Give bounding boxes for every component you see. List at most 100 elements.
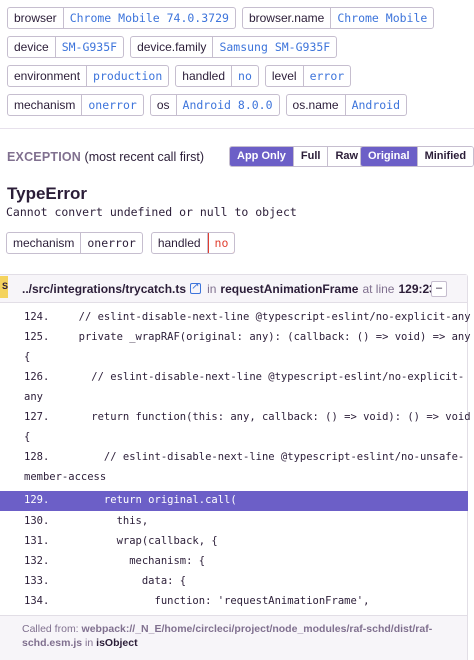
line-code: wrap(callback, { (66, 535, 218, 547)
exception-sublabel: (most recent call first) (84, 150, 204, 164)
line-number: 130. (24, 515, 50, 527)
frame-at-line-label: at line (362, 281, 395, 296)
tag-handled[interactable]: handled no (175, 65, 259, 87)
tag-browser[interactable]: browser Chrome Mobile 74.0.3729 (7, 7, 236, 29)
frame-badge: S (0, 276, 8, 298)
tag-value[interactable]: error (304, 66, 351, 86)
line-number: 132. (24, 555, 50, 567)
code-line: 124. // eslint-disable-next-line @typesc… (0, 311, 471, 331)
line-code: // eslint-disable-next-line @typescript-… (66, 311, 471, 323)
tag-value[interactable]: onerror (82, 95, 142, 115)
line-code-continued: { (24, 351, 31, 363)
tag-mechanism[interactable]: mechanism onerror (7, 94, 144, 116)
frame-header[interactable]: S ../src/integrations/trycatch.ts in req… (0, 275, 467, 303)
line-code: return function(this: any, callback: () … (66, 411, 471, 423)
tag-value[interactable]: no (232, 66, 258, 86)
line-number: 126. (24, 371, 50, 383)
tag-key: device (8, 37, 56, 57)
handled-value: no (207, 233, 235, 253)
line-code-continued: { (24, 431, 31, 443)
called-from-path[interactable]: webpack://_N_E/home/circleci/project/nod… (22, 623, 432, 649)
tag-device[interactable]: device SM-G935F (7, 36, 125, 58)
tag-key: handled (176, 66, 233, 86)
code-line-highlighted: 129. return original.call( (0, 491, 468, 511)
tag-key: level (266, 66, 304, 86)
code-line: 131. wrap(callback, { (0, 535, 468, 555)
external-link-icon[interactable] (190, 281, 202, 294)
line-code: // eslint-disable-next-line @typescript-… (66, 371, 465, 383)
tags-panel: browser Chrome Mobile 74.0.3729 browser.… (7, 7, 474, 123)
original-button[interactable]: Original (361, 147, 418, 166)
tag-value[interactable]: SM-G935F (56, 37, 123, 57)
order-toggle-group: Original Minified (360, 146, 474, 167)
exception-title: EXCEPTION (most recent call first) (7, 150, 204, 164)
tag-row: browser Chrome Mobile 74.0.3729 browser.… (7, 7, 474, 29)
line-code: function: 'requestAnimationFrame', (66, 595, 370, 607)
line-number: 134. (24, 595, 50, 607)
line-code: // eslint-disable-next-line @typescript-… (66, 451, 465, 463)
line-code: mechanism: { (66, 555, 206, 567)
tag-value[interactable]: Android (346, 95, 406, 115)
tag-key: mechanism (8, 95, 83, 115)
exception-header: EXCEPTION (most recent call first) App O… (7, 146, 474, 168)
code-line: 127. return function(this: any, callback… (0, 411, 471, 451)
code-line: 132. mechanism: { (0, 555, 468, 575)
tag-value[interactable]: Chrome Mobile (331, 8, 433, 28)
line-number: 125. (24, 331, 50, 343)
called-from-function: isObject (96, 637, 138, 649)
line-number: 127. (24, 411, 50, 423)
frame-filename: ../src/integrations/trycatch.ts (22, 281, 187, 296)
tag-key: os (151, 95, 177, 115)
code-line: 134. function: 'requestAnimationFrame', (0, 595, 468, 615)
app-only-button[interactable]: App Only (230, 147, 294, 166)
tag-key: os.name (287, 95, 346, 115)
tag-os[interactable]: os Android 8.0.0 (149, 94, 280, 116)
exception-message: Cannot convert undefined or null to obje… (6, 205, 297, 219)
tag-row: mechanism onerror os Android 8.0.0 os.na… (7, 94, 474, 116)
frame-in-label: in (207, 281, 217, 296)
code-line: 133. data: { (0, 575, 468, 595)
line-code-continued: any (24, 391, 43, 403)
tag-key: environment (8, 66, 88, 86)
code-line: 126. // eslint-disable-next-line @typesc… (0, 371, 468, 411)
line-code: return original.call( (66, 494, 237, 506)
exception-label: EXCEPTION (7, 150, 82, 164)
full-button[interactable]: Full (293, 147, 329, 166)
exception-type: TypeError (7, 184, 87, 203)
tag-level[interactable]: level error (264, 65, 352, 87)
tag-row: device SM-G935F device.family Samsung SM… (7, 36, 474, 58)
tag-os-name[interactable]: os.name Android (285, 94, 408, 116)
tag-value[interactable]: production (87, 66, 168, 86)
handled-key: handled (152, 233, 208, 253)
tag-key: device.family (131, 37, 214, 57)
line-code: data: { (66, 575, 187, 587)
code-line: 128. // eslint-disable-next-line @typesc… (0, 451, 468, 491)
tag-environment[interactable]: environment production (7, 65, 170, 87)
called-from: Called from: webpack://_N_E/home/circlec… (0, 615, 467, 660)
tag-key: browser.name (243, 8, 332, 28)
tag-value[interactable]: Android 8.0.0 (177, 95, 279, 115)
mechanism-key: mechanism (7, 233, 82, 253)
tag-value[interactable]: Chrome Mobile 74.0.3729 (64, 8, 235, 28)
tag-row: environment production handled no level … (7, 65, 474, 87)
collapse-toggle-button[interactable]: – (431, 281, 447, 297)
exception-mechanism: mechanism onerror handled no (6, 232, 236, 254)
tag-key: browser (8, 8, 64, 28)
tag-value[interactable]: Samsung SM-G935F (213, 37, 336, 57)
mechanism-pill: mechanism onerror (6, 232, 143, 254)
line-code: private _wrapRAF(original: any): (callba… (66, 331, 471, 343)
code-line: 125. private _wrapRAF(original: any): (c… (0, 331, 471, 371)
handled-pill: handled no (150, 232, 236, 254)
minified-button[interactable]: Minified (417, 147, 474, 166)
line-number: 128. (24, 451, 50, 463)
line-number: 131. (24, 535, 50, 547)
called-from-label: Called from: (22, 623, 79, 635)
mechanism-value: onerror (87, 236, 136, 250)
tag-browser-name[interactable]: browser.name Chrome Mobile (241, 7, 435, 29)
line-number: 133. (24, 575, 50, 587)
line-code-continued: member-access (24, 471, 107, 483)
tag-device-family[interactable]: device.family Samsung SM-G935F (130, 36, 338, 58)
called-from-in-label: in (85, 637, 94, 649)
line-number: 124. (24, 311, 50, 323)
code-line: 130. this, (0, 515, 468, 535)
